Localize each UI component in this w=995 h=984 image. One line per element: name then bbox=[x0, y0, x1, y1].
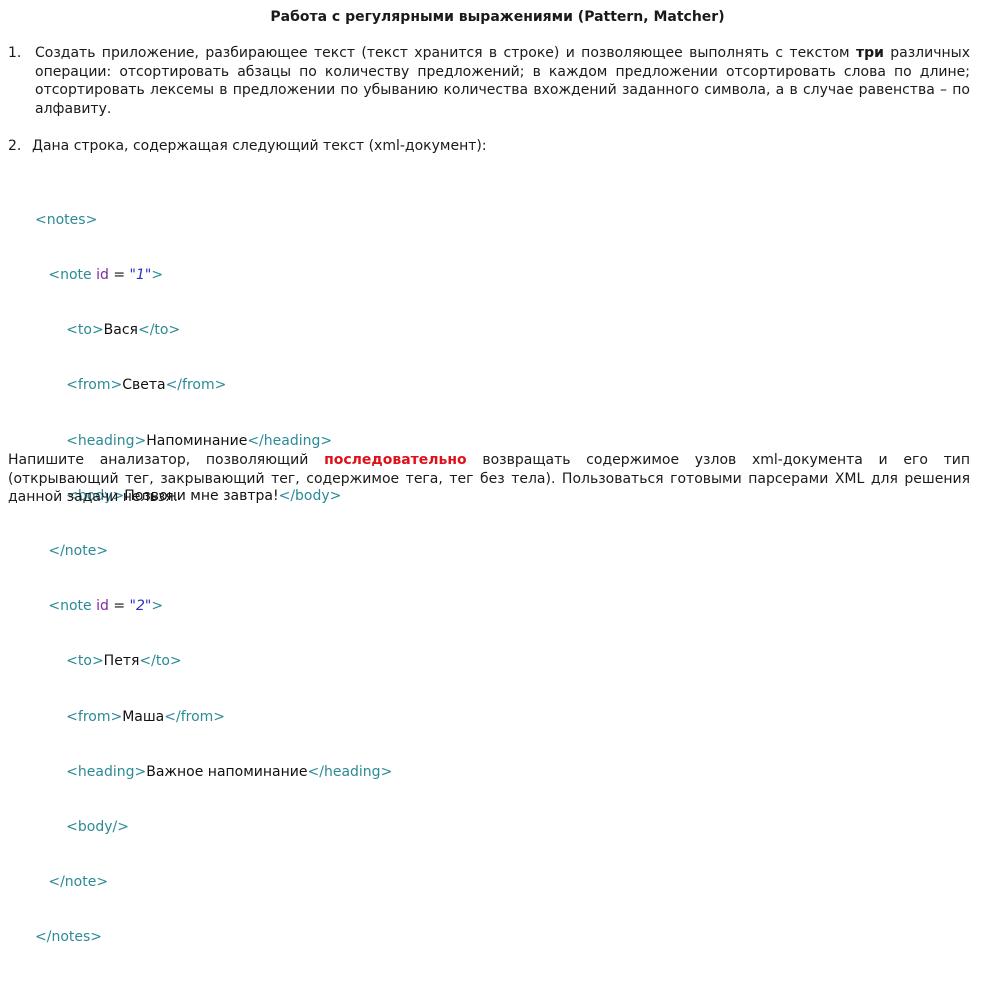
xml-note-attr: id bbox=[96, 598, 109, 615]
xml-line: <note id = "1"> bbox=[35, 266, 392, 284]
bottom-highlight-word: последовательно bbox=[324, 452, 467, 468]
xml-line: <from>Света</from> bbox=[35, 376, 392, 394]
xml-heading-close: </heading> bbox=[247, 432, 333, 449]
xml-note-attr: id bbox=[96, 267, 109, 284]
xml-to-open: <to> bbox=[66, 322, 104, 339]
xml-to-value: Петя bbox=[103, 653, 140, 670]
xml-notes-open: <notes> bbox=[35, 211, 98, 228]
bottom-paragraph: Напишите анализатор, позволяющий последо… bbox=[8, 451, 970, 507]
document-title: Работа с регулярными выражениями (Patter… bbox=[270, 9, 725, 25]
task-1: 1. Создать приложение, разбирающее текст… bbox=[8, 44, 970, 118]
xml-heading-open: <heading> bbox=[66, 763, 147, 780]
xml-to-value: Вася bbox=[103, 322, 138, 339]
task-2: 2. Дана строка, содержащая следующий тек… bbox=[8, 137, 970, 156]
xml-heading-value: Важное напоминание bbox=[146, 763, 308, 780]
xml-from-open: <from> bbox=[66, 708, 123, 725]
xml-line: <heading>Важное напоминание</heading> bbox=[35, 763, 392, 781]
xml-note-bracket: > bbox=[151, 267, 164, 284]
task-2-text: Дана строка, содержащая следующий текст … bbox=[32, 138, 487, 154]
task-1-bold-word: три bbox=[855, 45, 884, 61]
xml-line: <note id = "2"> bbox=[35, 597, 392, 615]
document-page: Работа с регулярными выражениями (Patter… bbox=[0, 0, 995, 945]
xml-line: <notes> bbox=[35, 211, 392, 229]
xml-line: </note> bbox=[35, 873, 392, 891]
bottom-text-before: Напишите анализатор, позволяющий bbox=[8, 452, 325, 468]
xml-note-bracket: > bbox=[151, 598, 164, 615]
xml-from-close: </from> bbox=[164, 708, 226, 725]
xml-note-eq: = bbox=[108, 267, 130, 284]
xml-line: <body/> bbox=[35, 818, 392, 836]
xml-heading-open: <heading> bbox=[66, 432, 147, 449]
task-1-text: Создать приложение, разбирающее текст (т… bbox=[35, 44, 970, 118]
xml-line: <from>Маша</from> bbox=[35, 708, 392, 726]
xml-note-eq: = bbox=[108, 598, 130, 615]
task-1-text-before: Создать приложение, разбирающее текст (т… bbox=[35, 45, 856, 61]
xml-note-close: </note> bbox=[48, 543, 109, 560]
xml-note-id-value: "1" bbox=[129, 267, 152, 284]
xml-line: <heading>Напоминание</heading> bbox=[35, 432, 392, 450]
xml-from-open: <from> bbox=[66, 377, 123, 394]
xml-body-empty: <body/> bbox=[66, 819, 129, 836]
task-2-number: 2. bbox=[8, 138, 22, 154]
xml-note-open-prefix: <note bbox=[48, 267, 97, 284]
task-1-number: 1. bbox=[8, 45, 22, 61]
xml-heading-close: </heading> bbox=[307, 763, 393, 780]
xml-heading-value: Напоминание bbox=[146, 432, 248, 449]
xml-to-close: </to> bbox=[139, 653, 182, 670]
xml-from-close: </from> bbox=[165, 377, 227, 394]
xml-to-close: </to> bbox=[137, 322, 181, 339]
xml-from-value: Маша bbox=[122, 708, 165, 725]
xml-from-value: Света bbox=[122, 377, 166, 394]
xml-note-close: </note> bbox=[48, 874, 109, 891]
xml-line: </notes> bbox=[35, 928, 392, 946]
xml-line: <to>Петя</to> bbox=[35, 652, 392, 670]
xml-to-open: <to> bbox=[66, 653, 104, 670]
xml-notes-close: </notes> bbox=[35, 929, 103, 946]
xml-line: <to>Вася</to> bbox=[35, 321, 392, 339]
xml-note-open-prefix: <note bbox=[48, 598, 97, 615]
xml-note-id-value: "2" bbox=[129, 598, 152, 615]
xml-line: </note> bbox=[35, 542, 392, 560]
xml-code-block: <notes> <note id = "1"> <to>Вася</to> <f… bbox=[35, 174, 392, 984]
